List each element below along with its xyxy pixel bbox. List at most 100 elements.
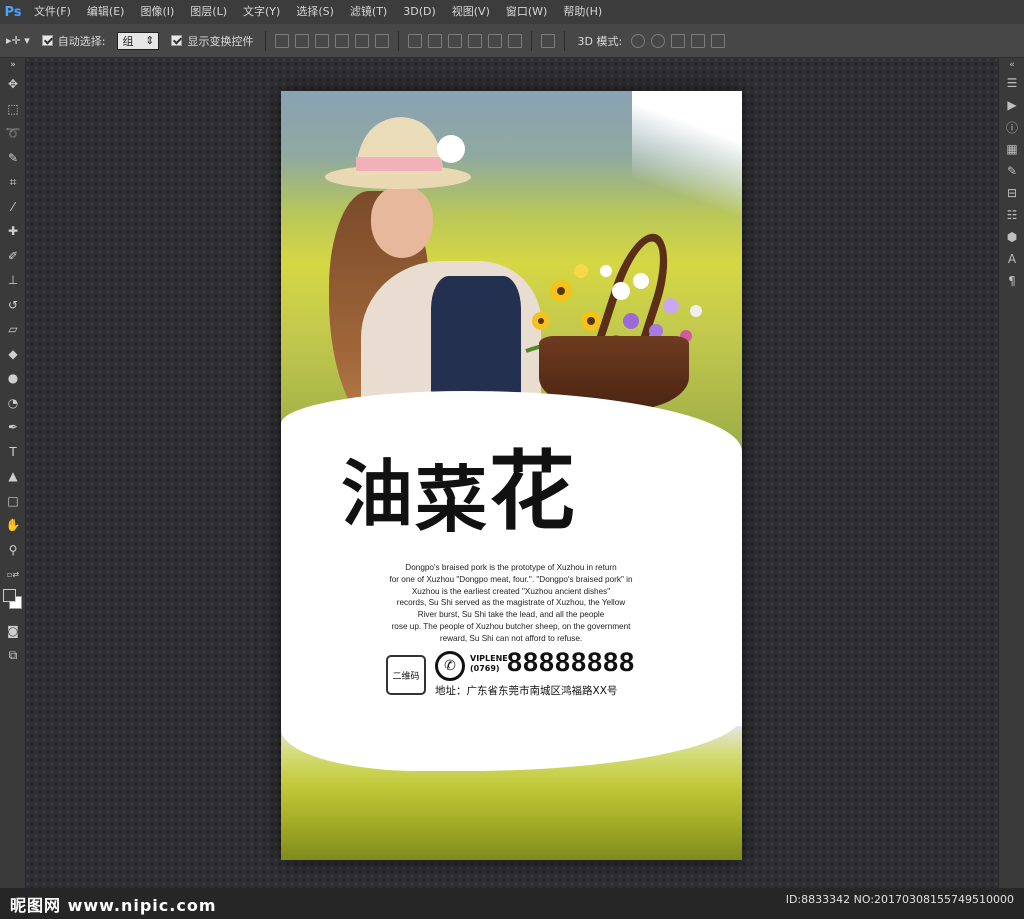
type-tool-icon[interactable]: T	[0, 440, 26, 465]
white-brush-stroke-top	[632, 91, 742, 221]
menu-edit[interactable]: 编辑(E)	[79, 0, 133, 24]
auto-select-checkbox[interactable]: 自动选择:	[36, 24, 112, 58]
3d-scale-icon[interactable]	[711, 33, 726, 48]
align-right-icon[interactable]	[375, 33, 390, 48]
auto-align-icon[interactable]	[541, 33, 556, 48]
properties-panel-icon[interactable]: ☷	[999, 204, 1024, 226]
phone-icon: ✆	[435, 651, 465, 681]
zoom-tool-icon[interactable]: ⚲	[0, 538, 26, 563]
menu-filter[interactable]: 滤镜(T)	[342, 0, 395, 24]
show-transform-checkbox[interactable]: 显示变换控件	[165, 24, 259, 58]
info-panel-icon[interactable]: ⓘ	[999, 116, 1024, 138]
align-bottom-icon[interactable]	[315, 33, 330, 48]
auto-select-value: 组	[122, 34, 134, 48]
pen-tool-icon[interactable]: ✒	[0, 415, 26, 440]
3d-pan-icon[interactable]	[671, 33, 686, 48]
address-text: 地址：广东省东莞市南城区鸿福路XX号	[435, 685, 618, 697]
3d-panel-icon[interactable]: ⬢	[999, 226, 1024, 248]
menu-view[interactable]: 视图(V)	[444, 0, 498, 24]
paint-bucket-tool-icon[interactable]: ◆	[0, 342, 26, 367]
body-line: Xuzhou is the earliest created "Xuzhou a…	[411, 586, 611, 596]
brush-panel-icon[interactable]: ✎	[999, 160, 1024, 182]
clone-stamp-tool-icon[interactable]: ⊥	[0, 268, 26, 293]
options-bar: ▸✛ ▾ 自动选择: 组 ⇕ 显示变换控件 3D 模式:	[0, 24, 1024, 58]
3d-mode-label: 3D 模式:	[577, 34, 623, 48]
character-panel-icon[interactable]: A	[999, 248, 1024, 270]
screen-mode-icon[interactable]: ⧉	[0, 643, 26, 668]
foreground-color-swatch[interactable]	[3, 588, 16, 602]
divider	[564, 30, 566, 51]
body-line: River burst, Su Shi take the lead, and a…	[417, 610, 605, 620]
auto-select-label: 自动选择:	[57, 34, 106, 48]
eraser-tool-icon[interactable]: ▱	[0, 317, 26, 342]
history-brush-tool-icon[interactable]: ↺	[0, 293, 26, 318]
body-line: rose up. The people of Xuzhou butcher sh…	[391, 621, 631, 631]
marquee-tool-icon[interactable]: ⬚	[0, 97, 26, 122]
show-transform-label: 显示变换控件	[187, 34, 254, 48]
adjustments-panel-icon[interactable]: ⊟	[999, 182, 1024, 204]
qr-code-placeholder: 二维码	[386, 655, 426, 695]
move-tool-icon[interactable]: ✥	[0, 72, 26, 97]
panel-collapse-icon[interactable]: «	[999, 58, 1024, 72]
paragraph-panel-icon[interactable]: ¶	[999, 270, 1024, 292]
hand-tool-icon[interactable]: ✋	[0, 513, 26, 538]
brush-tool-icon[interactable]: ✐	[0, 244, 26, 269]
default-colors-icon[interactable]: ▫⇄	[0, 562, 26, 587]
checkbox-icon	[171, 35, 183, 46]
menu-layer[interactable]: 图层(L)	[182, 0, 235, 24]
healing-brush-tool-icon[interactable]: ✚	[0, 219, 26, 244]
blur-tool-icon[interactable]: ●	[0, 366, 26, 391]
menu-file[interactable]: 文件(F)	[26, 0, 79, 24]
distribute-bottom-icon[interactable]	[448, 33, 463, 48]
align-hcenter-icon[interactable]	[355, 33, 370, 48]
title-char-2: 菜	[415, 457, 490, 542]
align-top-icon[interactable]	[275, 33, 290, 48]
quick-select-tool-icon[interactable]: ✎	[0, 146, 26, 171]
nipic-watermark: 昵图网 www.nipic.com	[10, 896, 217, 915]
face-shape	[371, 186, 433, 258]
align-vcenter-icon[interactable]	[295, 33, 310, 48]
distribute-hcenter-icon[interactable]	[488, 33, 503, 48]
auto-select-dropdown[interactable]: 组 ⇕	[117, 31, 160, 50]
lasso-tool-icon[interactable]: ➰	[0, 121, 26, 146]
3d-slide-icon[interactable]	[691, 33, 706, 48]
menu-window[interactable]: 窗口(W)	[498, 0, 555, 24]
3d-rotate-icon[interactable]	[631, 33, 646, 48]
align-left-icon[interactable]	[335, 33, 350, 48]
photoshop-logo-icon: Ps	[4, 4, 22, 20]
title-char-1: 油	[341, 451, 416, 536]
move-tool-preset[interactable]: ▸✛ ▾	[0, 24, 36, 58]
crop-tool-icon[interactable]: ⌗	[0, 170, 26, 195]
distribute-left-icon[interactable]	[468, 33, 483, 48]
color-swatches[interactable]	[0, 587, 26, 619]
divider	[265, 30, 267, 51]
rectangle-tool-icon[interactable]: □	[0, 489, 26, 514]
poster-document[interactable]: 油 菜 花 Dongpo's braised pork is the proto…	[281, 91, 742, 860]
path-select-tool-icon[interactable]: ▲	[0, 464, 26, 489]
move-tool-icon: ▸✛ ▾	[6, 34, 30, 47]
distribute-vcenter-icon[interactable]	[428, 33, 443, 48]
menu-3d[interactable]: 3D(D)	[395, 0, 444, 24]
menu-image[interactable]: 图像(I)	[132, 0, 182, 24]
checkbox-icon	[41, 35, 53, 46]
quick-mask-icon[interactable]: ◙	[0, 619, 26, 644]
panel-collapse-icon[interactable]: »	[0, 58, 26, 72]
dodge-tool-icon[interactable]: ◔	[0, 391, 26, 416]
color-panel-icon[interactable]: ▦	[999, 138, 1024, 160]
menu-type[interactable]: 文字(Y)	[235, 0, 288, 24]
actions-panel-icon[interactable]: ▶	[999, 94, 1024, 116]
distribute-top-icon[interactable]	[408, 33, 423, 48]
history-panel-icon[interactable]: ☰	[999, 72, 1024, 94]
divider	[531, 30, 533, 51]
panel-dock: « ☰ ▶ ⓘ ▦ ✎ ⊟ ☷ ⬢ A ¶	[998, 58, 1024, 919]
body-line: Dongpo's braised pork is the prototype o…	[405, 563, 617, 572]
3d-roll-icon[interactable]	[651, 33, 666, 48]
title-char-3: 花	[489, 441, 578, 542]
vip-label: VIPLENE	[470, 654, 508, 663]
chevron-down-icon: ⇕	[145, 34, 155, 47]
distribute-right-icon[interactable]	[508, 33, 523, 48]
eyedropper-tool-icon[interactable]: ⁄	[0, 195, 26, 220]
menu-help[interactable]: 帮助(H)	[555, 0, 610, 24]
area-code: (0769)	[470, 664, 500, 673]
menu-select[interactable]: 选择(S)	[288, 0, 342, 24]
